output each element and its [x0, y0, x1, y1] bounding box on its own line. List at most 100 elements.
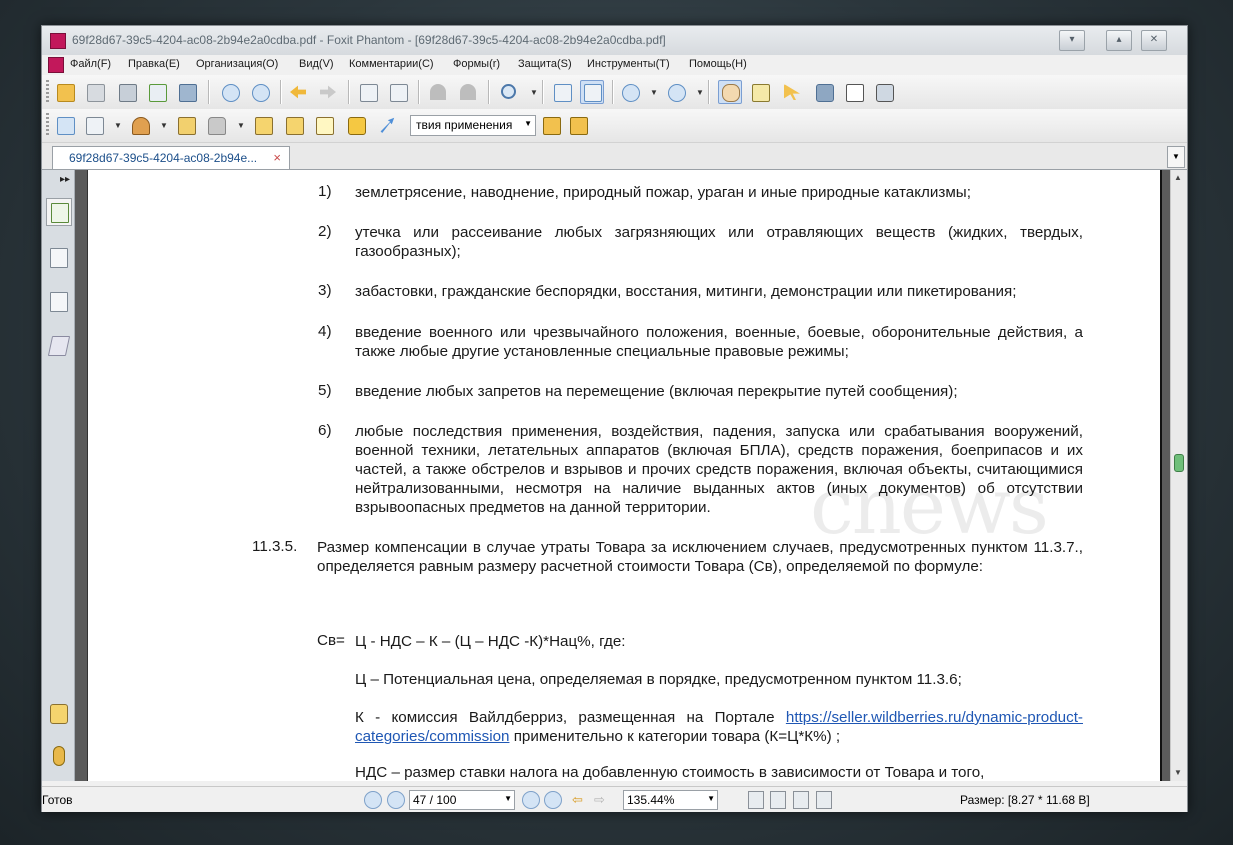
scroll-up-arrow[interactable]: ▲ — [1174, 173, 1182, 182]
menu-view[interactable]: Вид(V) — [299, 58, 334, 70]
page-number-input[interactable]: 47 / 100 ▼ — [409, 790, 515, 810]
security-dropdown-arrow[interactable]: ▼ — [237, 121, 245, 130]
hand-tool-button[interactable] — [718, 80, 742, 104]
menu-organize[interactable]: Организация(O) — [196, 58, 278, 70]
save-button[interactable] — [83, 80, 107, 104]
find-combo-arrow[interactable]: ▼ — [524, 119, 532, 128]
find-next-button[interactable] — [566, 113, 590, 137]
forward-button[interactable] — [316, 80, 340, 104]
tab-list-dropdown[interactable]: ▼ — [1167, 146, 1185, 168]
zoom-level-input[interactable]: 135.44% ▼ — [623, 790, 718, 810]
select-text-button[interactable] — [748, 80, 772, 104]
zoom-in-button[interactable] — [664, 80, 688, 104]
continuous-facing-layout-icon[interactable] — [816, 791, 832, 809]
signatures-panel-button[interactable] — [46, 288, 70, 314]
edit-tool-button[interactable] — [174, 113, 198, 137]
stamp-dropdown-arrow[interactable]: ▼ — [160, 121, 168, 130]
arrow-down-circle-icon — [252, 84, 270, 102]
find-next-icon — [570, 117, 588, 135]
single-page-layout-icon[interactable] — [748, 791, 764, 809]
comments-panel-button[interactable] — [46, 700, 70, 726]
stamp-button[interactable] — [128, 113, 152, 137]
toolbar-grip[interactable] — [46, 113, 49, 137]
redo-button[interactable] — [456, 80, 480, 104]
next-page-button[interactable] — [248, 80, 272, 104]
zoom-out-dropdown-arrow[interactable]: ▼ — [650, 88, 658, 97]
go-forward-arrow-icon[interactable]: ⇨ — [594, 792, 605, 808]
comment-button[interactable] — [344, 113, 368, 137]
expand-panel-icon[interactable]: ▸▸ — [60, 174, 70, 185]
menu-forms[interactable]: Формы(r) — [453, 58, 500, 70]
vertical-scrollbar[interactable]: ▲ ▼ — [1170, 170, 1187, 781]
zoom-in-dropdown-arrow[interactable]: ▼ — [696, 88, 704, 97]
sign-button[interactable] — [82, 113, 106, 137]
zoom-tool-dropdown-arrow[interactable]: ▼ — [530, 88, 538, 97]
zoom-level-dropdown-arrow[interactable]: ▼ — [707, 794, 715, 803]
extract-pages-button[interactable] — [386, 80, 410, 104]
previous-page-button[interactable] — [387, 791, 405, 809]
scroll-thumb[interactable] — [1174, 454, 1184, 472]
attachments-panel-button[interactable] — [46, 742, 70, 768]
find-combo[interactable]: твия применения ▼ — [410, 115, 536, 136]
stamp-icon — [132, 117, 150, 135]
menu-file[interactable]: Файл(F) — [70, 58, 111, 70]
continuous-layout-icon[interactable] — [770, 791, 786, 809]
close-window-button[interactable]: ✕ — [1141, 30, 1167, 51]
scan-button[interactable] — [175, 80, 199, 104]
maximize-button[interactable]: ▴ — [1106, 30, 1132, 51]
document-view[interactable]: cnews 1) землетрясение, наводнение, прир… — [75, 170, 1171, 781]
close-tab-icon[interactable]: × — [273, 150, 281, 165]
pdf-page[interactable]: cnews 1) землетрясение, наводнение, прир… — [87, 170, 1162, 781]
page-view-button[interactable] — [53, 113, 77, 137]
select-annotation-button[interactable] — [780, 80, 804, 104]
menu-help[interactable]: Помощь(H) — [689, 58, 747, 70]
fit-page-icon — [554, 84, 572, 102]
menu-comments[interactable]: Комментарии(C) — [349, 58, 434, 70]
typewriter-button[interactable] — [842, 80, 866, 104]
scroll-down-arrow[interactable]: ▼ — [1174, 768, 1182, 777]
minimize-button[interactable]: ▾ — [1059, 30, 1085, 51]
layers-panel-button[interactable] — [46, 332, 71, 358]
toolbar-separator — [208, 80, 210, 104]
menu-protect[interactable]: Защита(S) — [518, 58, 572, 70]
menu-tools[interactable]: Инструменты(T) — [587, 58, 670, 70]
main-toolbar: ▼ ▼ ▼ — [42, 75, 1187, 110]
zoom-tool-button[interactable] — [497, 80, 521, 104]
fit-width-button[interactable] — [580, 80, 604, 104]
next-page-button[interactable] — [522, 791, 540, 809]
document-tab[interactable]: 69f28d67-39c5-4204-ac08-2b94e... × — [52, 146, 290, 169]
sign-dropdown-arrow[interactable]: ▼ — [114, 121, 122, 130]
menu-app-icon[interactable] — [48, 57, 64, 73]
text-annotation-button[interactable] — [312, 113, 336, 137]
find-previous-button[interactable] — [539, 113, 563, 137]
highlight-button[interactable] — [282, 113, 306, 137]
bookmarks-panel-button[interactable] — [46, 198, 72, 226]
find-button[interactable] — [812, 80, 836, 104]
page-number-dropdown-arrow[interactable]: ▼ — [504, 794, 512, 803]
arrow-annotation-button[interactable] — [375, 113, 399, 137]
open-button[interactable] — [53, 80, 77, 104]
undo-button[interactable] — [426, 80, 450, 104]
back-button[interactable] — [286, 80, 310, 104]
email-button[interactable] — [145, 80, 169, 104]
text-box-icon — [846, 84, 864, 102]
go-back-arrow-icon[interactable]: ⇦ — [572, 792, 583, 808]
toolbar-grip[interactable] — [46, 80, 49, 104]
insert-pages-button[interactable] — [356, 80, 380, 104]
fit-page-button[interactable] — [550, 80, 574, 104]
pencil-icon — [178, 117, 196, 135]
arrow-left-icon — [290, 85, 306, 99]
prev-page-button[interactable] — [218, 80, 242, 104]
security-button[interactable] — [204, 113, 228, 137]
zoom-out-button[interactable] — [618, 80, 642, 104]
snapshot-button[interactable] — [872, 80, 896, 104]
pen-document-icon — [86, 117, 104, 135]
first-page-button[interactable] — [364, 791, 382, 809]
note-button[interactable] — [251, 113, 275, 137]
menu-edit[interactable]: Правка(E) — [128, 58, 180, 70]
last-page-button[interactable] — [544, 791, 562, 809]
facing-layout-icon[interactable] — [793, 791, 809, 809]
redo-icon — [460, 84, 476, 100]
print-button[interactable] — [115, 80, 139, 104]
pages-panel-button[interactable] — [46, 244, 70, 270]
